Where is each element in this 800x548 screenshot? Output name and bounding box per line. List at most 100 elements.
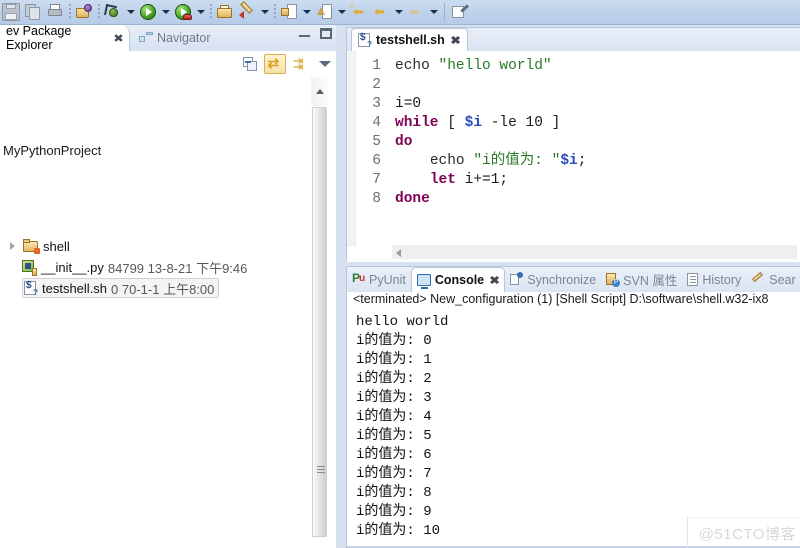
tab-pyunit[interactable]: PyUnit [347, 267, 411, 292]
python-file-icon [22, 259, 37, 276]
maximize-button[interactable] [320, 28, 332, 39]
external-tools-dropdown-button[interactable] [194, 1, 207, 23]
project-label[interactable]: MyPythonProject [3, 143, 101, 158]
code-text-area[interactable]: 1 echo "hello world" 2 3 i=0 4 while [ $i -le … [347, 51, 800, 262]
scrollbar-thumb[interactable] [312, 107, 327, 537]
back-arrow-icon [373, 4, 389, 20]
code-line[interactable]: do [395, 133, 412, 152]
tab-synchronize[interactable]: Synchronize [505, 267, 601, 292]
search-icon [751, 273, 765, 286]
collapse-all-icon [243, 57, 257, 71]
console-output-line: i的值为: 9 [356, 504, 432, 520]
close-icon[interactable]: ✖ [113, 32, 124, 45]
next-annotation-dropdown-button[interactable] [335, 1, 348, 23]
link-with-editor-icon [268, 55, 283, 72]
code-line[interactable]: let i+=1; [395, 171, 508, 190]
svn-icon [606, 273, 621, 287]
run-dropdown-button[interactable] [159, 1, 172, 23]
tab-navigator[interactable]: Navigator [133, 25, 217, 51]
debug-button[interactable] [102, 1, 124, 23]
chevron-down-icon [161, 10, 170, 14]
open-resource-button[interactable] [214, 1, 236, 23]
tab-search[interactable]: Sear [746, 267, 800, 292]
console-output-line: i的值为: 10 [356, 523, 441, 539]
run-button[interactable] [137, 1, 159, 23]
debug-dropdown-button[interactable] [124, 1, 137, 23]
back-dropdown-button[interactable] [392, 1, 405, 23]
tab-history[interactable]: History [682, 267, 746, 292]
editor-horizontal-scrollbar[interactable] [392, 245, 797, 259]
save-all-button[interactable] [22, 1, 44, 23]
pydev-dropdown-button[interactable] [258, 1, 271, 23]
tab-console[interactable]: Console ✖ [410, 267, 506, 292]
view-window-buttons [299, 28, 332, 39]
chevron-down-icon [319, 61, 331, 67]
console-output-line: i的值为: 8 [356, 485, 432, 501]
chevron-down-icon [429, 10, 438, 14]
line-number: 4 [372, 115, 381, 131]
close-icon[interactable]: ✖ [450, 34, 461, 47]
code-editor: ? testshell.sh ✖ 1 echo "hello world" 2 3 i=… [346, 27, 800, 262]
back-button[interactable] [370, 1, 392, 23]
code-line[interactable]: echo "i的值为: "$i; [395, 152, 587, 171]
console-output-line: i的值为: 5 [356, 428, 432, 444]
line-number: 3 [372, 96, 381, 112]
code-line[interactable]: i=0 [395, 95, 421, 114]
toolbar-separator [271, 1, 278, 23]
code-line[interactable]: while [ $i -le 10 ] [395, 114, 560, 133]
tree-item-init-py[interactable]: __init__.py 84799 13-8-21 下午9:46 [22, 257, 247, 277]
scrollbar-track[interactable] [311, 106, 328, 548]
watermark-text: @51CTO博客 [698, 526, 796, 543]
code-token: $i [464, 115, 483, 131]
tab-label: SVN 属性 [623, 274, 678, 288]
line-number: 5 [372, 134, 381, 150]
tab-label: Console [434, 273, 485, 287]
tab-svn-properties[interactable]: SVN 属性 [601, 267, 682, 292]
last-edit-dropdown-button[interactable] [300, 1, 313, 23]
tree-item-testshell-sh[interactable]: ? testshell.sh 0 70-1-1 上午8:00 [22, 278, 220, 298]
code-line[interactable]: echo "hello world" [395, 57, 552, 76]
tree-item-label: __init__.py [41, 259, 104, 275]
code-token: ; [577, 153, 587, 169]
expand-arrow-icon[interactable] [6, 240, 19, 253]
external-tools-button[interactable] [172, 1, 194, 23]
extract-button[interactable] [449, 1, 471, 23]
code-line[interactable]: done [395, 190, 430, 209]
code-token: "i的值为: " [473, 153, 561, 169]
tab-testshell-sh[interactable]: ? testshell.sh ✖ [351, 28, 468, 51]
last-edit-location-icon [281, 4, 297, 20]
new-wizard-button[interactable] [73, 1, 95, 23]
vertical-sash[interactable] [336, 25, 346, 548]
tab-package-explorer[interactable]: ev Package Explorer ✖ [0, 24, 130, 52]
last-edit-button[interactable] [278, 1, 300, 23]
minimize-button[interactable] [299, 28, 310, 39]
pydev-run-button[interactable] [236, 1, 258, 23]
save-button[interactable] [0, 1, 22, 23]
chevron-down-icon [394, 10, 403, 14]
back-history-button[interactable] [348, 1, 370, 23]
print-button[interactable] [44, 1, 66, 23]
package-explorer-scrollbar[interactable] [311, 77, 328, 548]
editor-tabrow: ? testshell.sh ✖ [347, 28, 800, 51]
console-view: PyUnit Console ✖ Synchronize SVN 属性 Hist… [346, 266, 800, 548]
forward-button[interactable] [405, 1, 427, 23]
folder-icon [23, 239, 40, 254]
package-explorer-toolbar [0, 51, 340, 77]
close-icon[interactable]: ✖ [489, 274, 500, 287]
view-menu-button[interactable] [314, 54, 336, 74]
tree-item-shell[interactable]: shell [6, 236, 70, 256]
line-number: 2 [372, 77, 381, 93]
scroll-up-button[interactable] [311, 77, 328, 106]
console-output[interactable]: hello world i的值为: 0 i的值为: 1 i的值为: 2 i的值为: 3 i… [347, 311, 800, 543]
tree-item-meta: 84799 13-8-21 下午9:46 [107, 260, 248, 276]
forward-dropdown-button[interactable] [427, 1, 440, 23]
next-annotation-button[interactable] [313, 1, 335, 23]
link-with-editor-button[interactable] [264, 54, 286, 74]
filters-button[interactable] [289, 53, 311, 75]
forward-arrow-icon [408, 4, 424, 20]
project-tree[interactable]: MyPythonProject shell __init__.py 84799 … [0, 77, 318, 548]
code-token: -le 10 ] [482, 115, 561, 131]
collapse-all-button[interactable] [239, 54, 261, 74]
main-toolbar [0, 0, 800, 25]
